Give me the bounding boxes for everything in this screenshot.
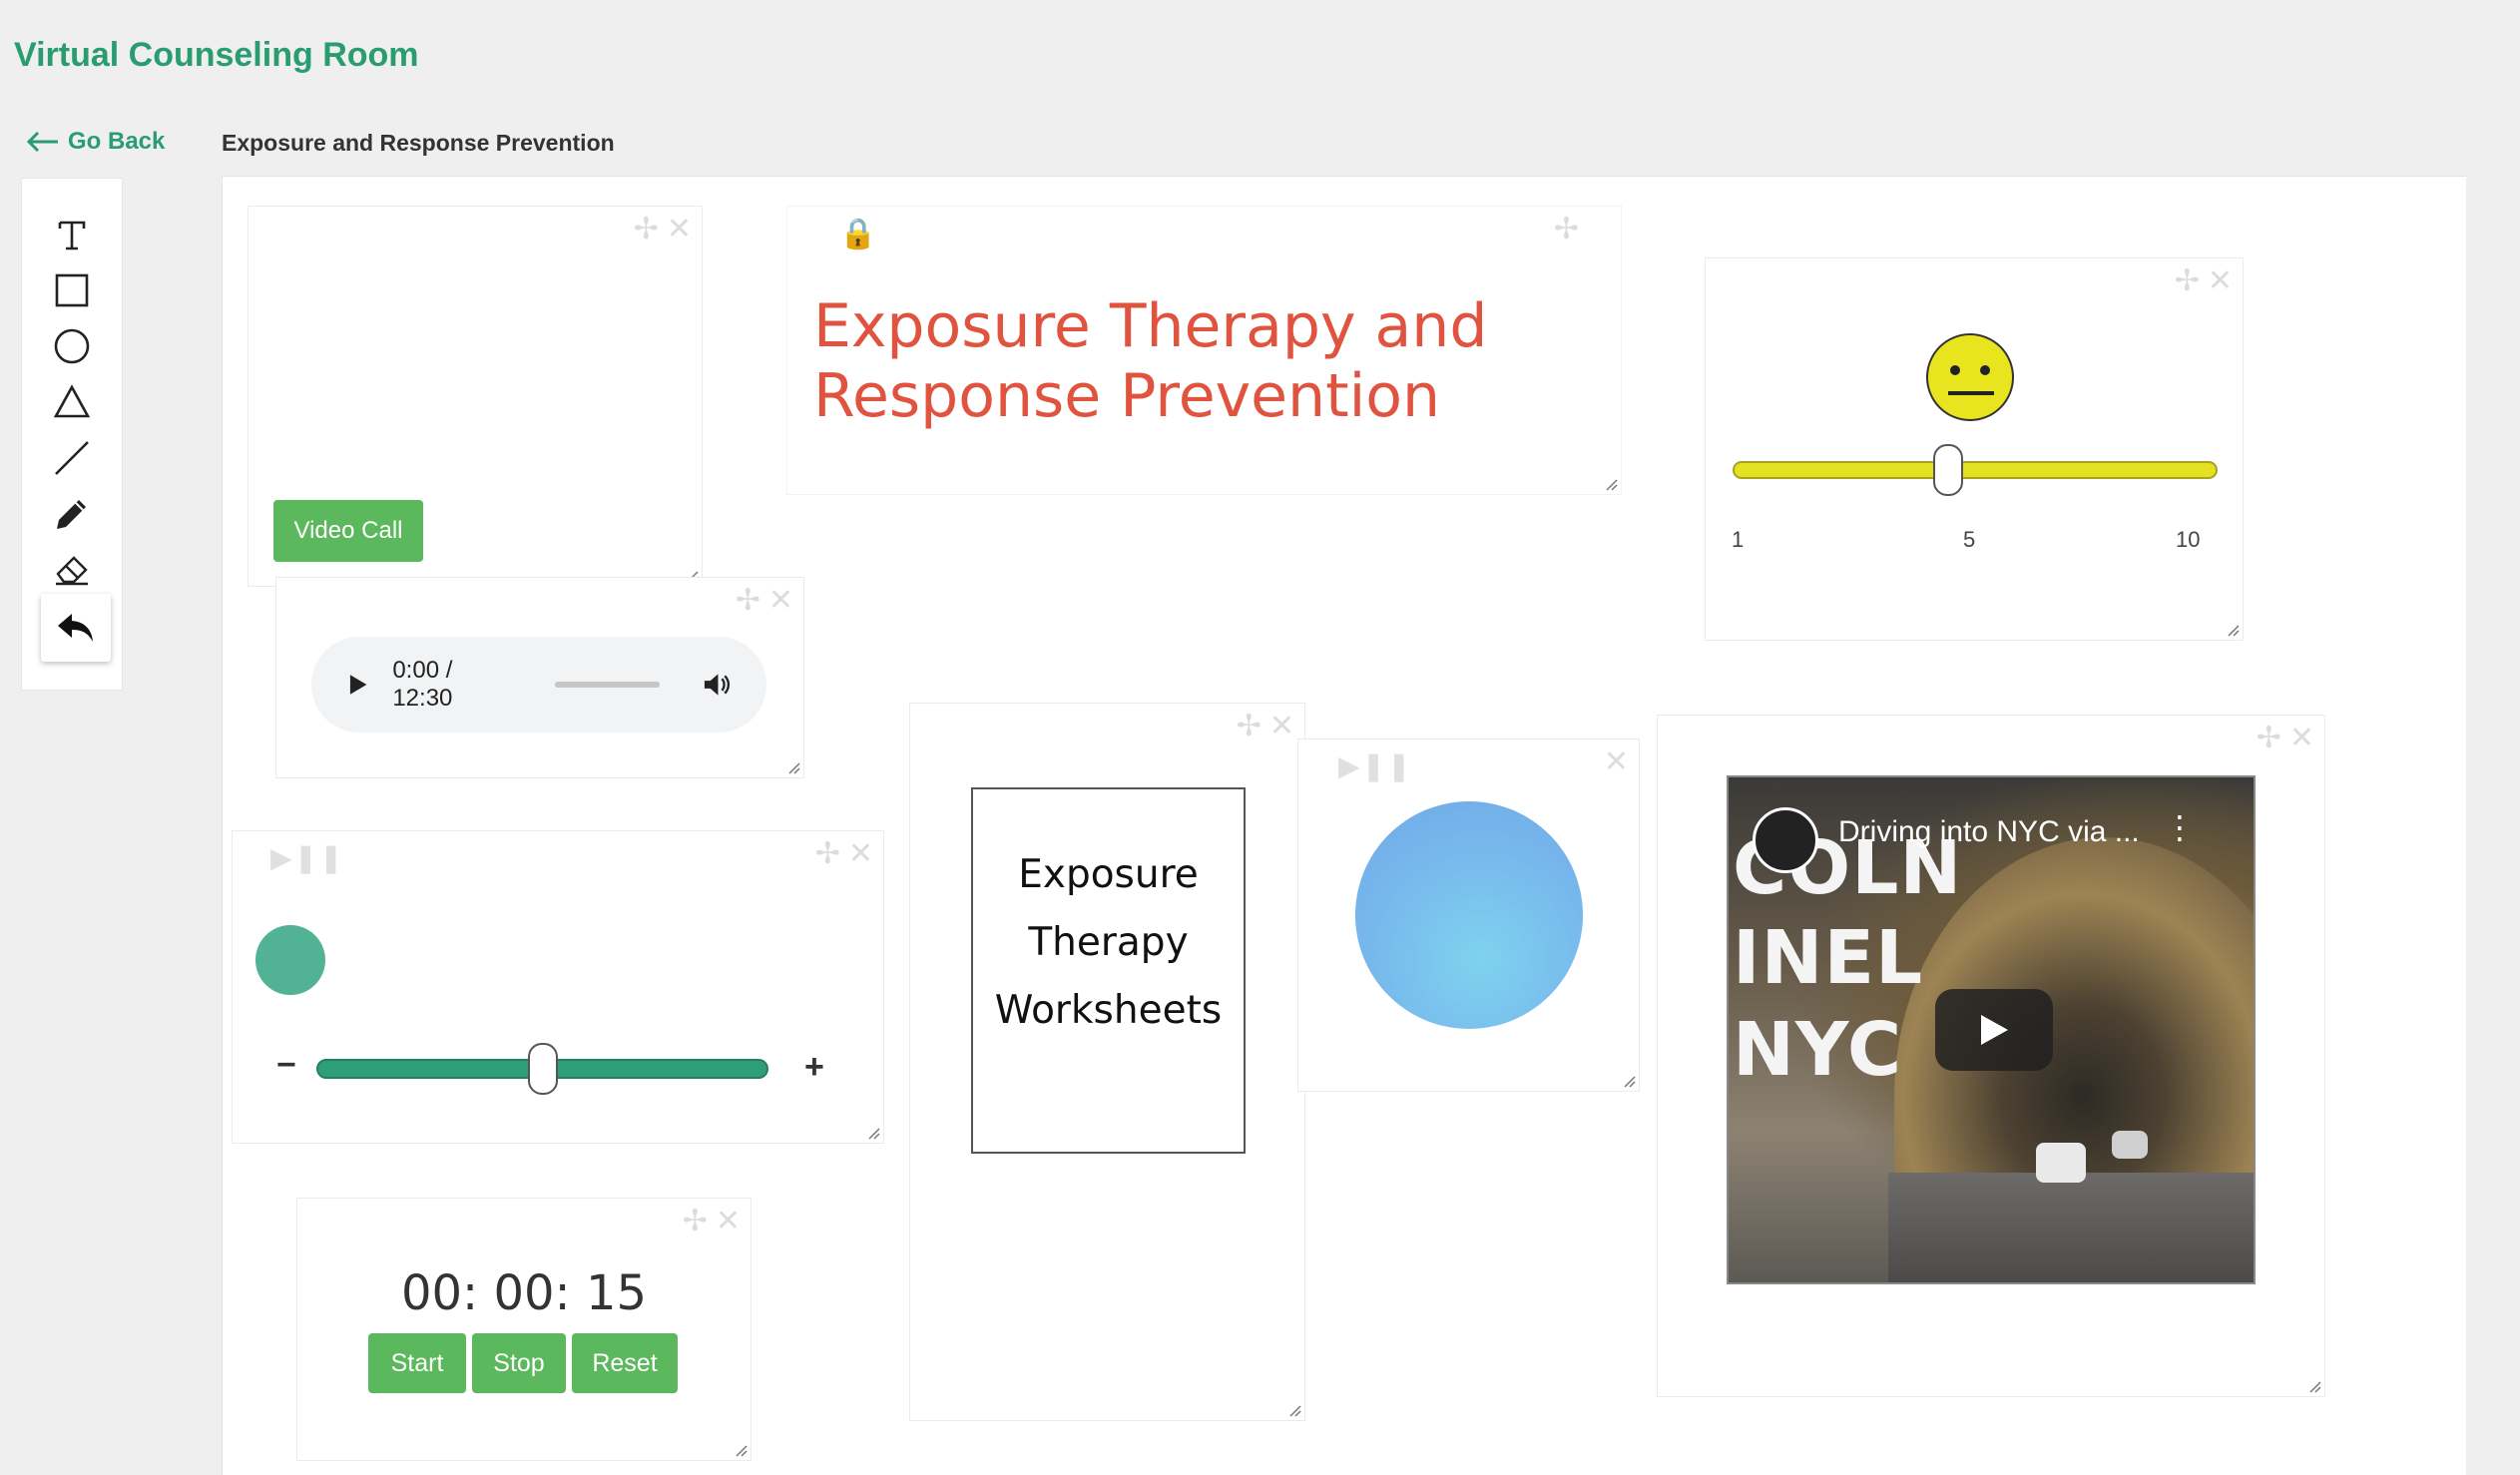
- audio-player: 0:00 / 12:30: [311, 637, 766, 733]
- video-overlay-text-3: NYC: [1733, 1007, 1903, 1093]
- go-back-link[interactable]: Go Back: [26, 128, 165, 156]
- close-icon[interactable]: ✕: [2208, 266, 2233, 296]
- mood-mid-label: 5: [1963, 527, 1976, 552]
- close-icon[interactable]: ✕: [1604, 747, 1629, 777]
- triangle-tool-button[interactable]: [45, 378, 99, 426]
- resize-handle-icon[interactable]: [1287, 1403, 1301, 1417]
- timer-stop-button[interactable]: Stop: [472, 1333, 566, 1393]
- triangle-icon: [53, 384, 91, 418]
- heading-text: Exposure Therapy and Response Prevention: [813, 291, 1488, 431]
- text-icon: [58, 221, 86, 250]
- worksheet-line-1: Exposure: [1018, 852, 1199, 897]
- line-tool-button[interactable]: [45, 434, 99, 482]
- rectangle-tool-button[interactable]: [45, 266, 99, 314]
- timer-reset-button[interactable]: Reset: [572, 1333, 678, 1393]
- volume-icon[interactable]: [702, 670, 731, 700]
- audio-progress-bar[interactable]: [555, 682, 660, 688]
- play-icon: [1981, 1015, 2008, 1045]
- breathing-slider-thumb[interactable]: [527, 1043, 558, 1095]
- pencil-icon: [57, 500, 86, 529]
- move-icon[interactable]: ✢: [1554, 215, 1579, 245]
- go-back-label: Go Back: [68, 128, 166, 155]
- channel-logo-icon[interactable]: [1753, 807, 1818, 873]
- move-icon[interactable]: ✢: [1237, 712, 1261, 741]
- play-pause-icon[interactable]: ▶❚❚: [270, 841, 344, 874]
- timer-widget: ✢ ✕: [296, 1198, 752, 1461]
- rectangle-icon: [55, 273, 89, 307]
- close-icon[interactable]: ✕: [1269, 712, 1294, 741]
- play-pause-icon[interactable]: ▶❚❚: [1338, 749, 1412, 782]
- resize-handle-icon[interactable]: [866, 1126, 880, 1140]
- resize-handle-icon[interactable]: [734, 1443, 748, 1457]
- minus-button[interactable]: −: [276, 1046, 296, 1085]
- move-icon[interactable]: ✢: [815, 839, 840, 869]
- breathing-widget: ▶❚❚ ✢ ✕: [232, 830, 884, 1144]
- resize-handle-icon[interactable]: [2226, 623, 2240, 637]
- worksheet-line-2: Therapy: [1028, 920, 1189, 965]
- mood-min-label: 1: [1732, 527, 1745, 552]
- timer-display: 00: 00: 15: [400, 1265, 648, 1321]
- circle-icon: [54, 328, 90, 364]
- mood-max-label: 10: [2176, 527, 2201, 552]
- move-icon[interactable]: ✢: [683, 1207, 708, 1236]
- close-icon[interactable]: ✕: [667, 215, 692, 245]
- move-icon[interactable]: ✢: [736, 586, 760, 616]
- audio-time: 0:00 / 12:30: [392, 657, 453, 712]
- resize-handle-icon[interactable]: [1622, 1074, 1636, 1088]
- eraser-icon: [56, 556, 88, 586]
- video-title[interactable]: Driving into NYC via ...: [1838, 815, 2140, 849]
- line-icon: [55, 441, 89, 475]
- close-icon[interactable]: ✕: [768, 586, 793, 616]
- close-icon[interactable]: ✕: [2289, 724, 2314, 753]
- mood-slider-track[interactable]: [1733, 461, 2218, 479]
- resize-handle-icon[interactable]: [2307, 1379, 2321, 1393]
- video-call-widget: ✢ ✕ Video Call: [248, 206, 703, 587]
- close-icon[interactable]: ✕: [848, 839, 873, 869]
- worksheet-document[interactable]: Exposure Therapy Worksheets: [971, 787, 1246, 1154]
- resize-handle-icon[interactable]: [1604, 477, 1618, 491]
- app-title: Virtual Counseling Room: [14, 36, 419, 74]
- mood-slider-thumb[interactable]: [1933, 444, 1963, 496]
- close-icon[interactable]: ✕: [716, 1207, 741, 1236]
- drawing-toolbar: [21, 178, 123, 691]
- play-icon[interactable]: [347, 673, 368, 697]
- video-play-button[interactable]: [1935, 989, 2053, 1071]
- eraser-tool-button[interactable]: [45, 544, 99, 592]
- video-call-button[interactable]: Video Call: [273, 500, 423, 562]
- text-tool-button[interactable]: [45, 211, 99, 258]
- move-icon[interactable]: ✢: [2175, 266, 2200, 296]
- timer-start-button[interactable]: Start: [368, 1333, 466, 1393]
- undo-icon: [58, 614, 93, 642]
- youtube-video-player[interactable]: COLN INEL NYC Driving into NYC via ... ⋮: [1727, 775, 2256, 1284]
- plus-button[interactable]: +: [804, 1048, 824, 1087]
- more-options-icon[interactable]: ⋮: [2164, 811, 2196, 843]
- resize-handle-icon[interactable]: [786, 760, 800, 774]
- video-overlay-text-2: INEL: [1733, 915, 1924, 1001]
- move-icon[interactable]: ✢: [634, 215, 659, 245]
- circle-tool-button[interactable]: [45, 322, 99, 370]
- worksheet-line-3: Worksheets: [994, 988, 1223, 1033]
- arrow-left-icon: [26, 131, 58, 153]
- mood-slider-widget: ✢ ✕: [1705, 257, 2244, 641]
- neutral-face-icon: [1926, 333, 2014, 421]
- lock-icon[interactable]: 🔒: [839, 217, 876, 251]
- move-icon[interactable]: ✢: [2257, 724, 2281, 753]
- blue-circle-shape[interactable]: [1355, 801, 1583, 1029]
- page-subtitle: Exposure and Response Prevention: [222, 130, 615, 156]
- pencil-tool-button[interactable]: [45, 490, 99, 538]
- breathing-dot: [255, 925, 325, 995]
- undo-tool-button[interactable]: [41, 594, 111, 662]
